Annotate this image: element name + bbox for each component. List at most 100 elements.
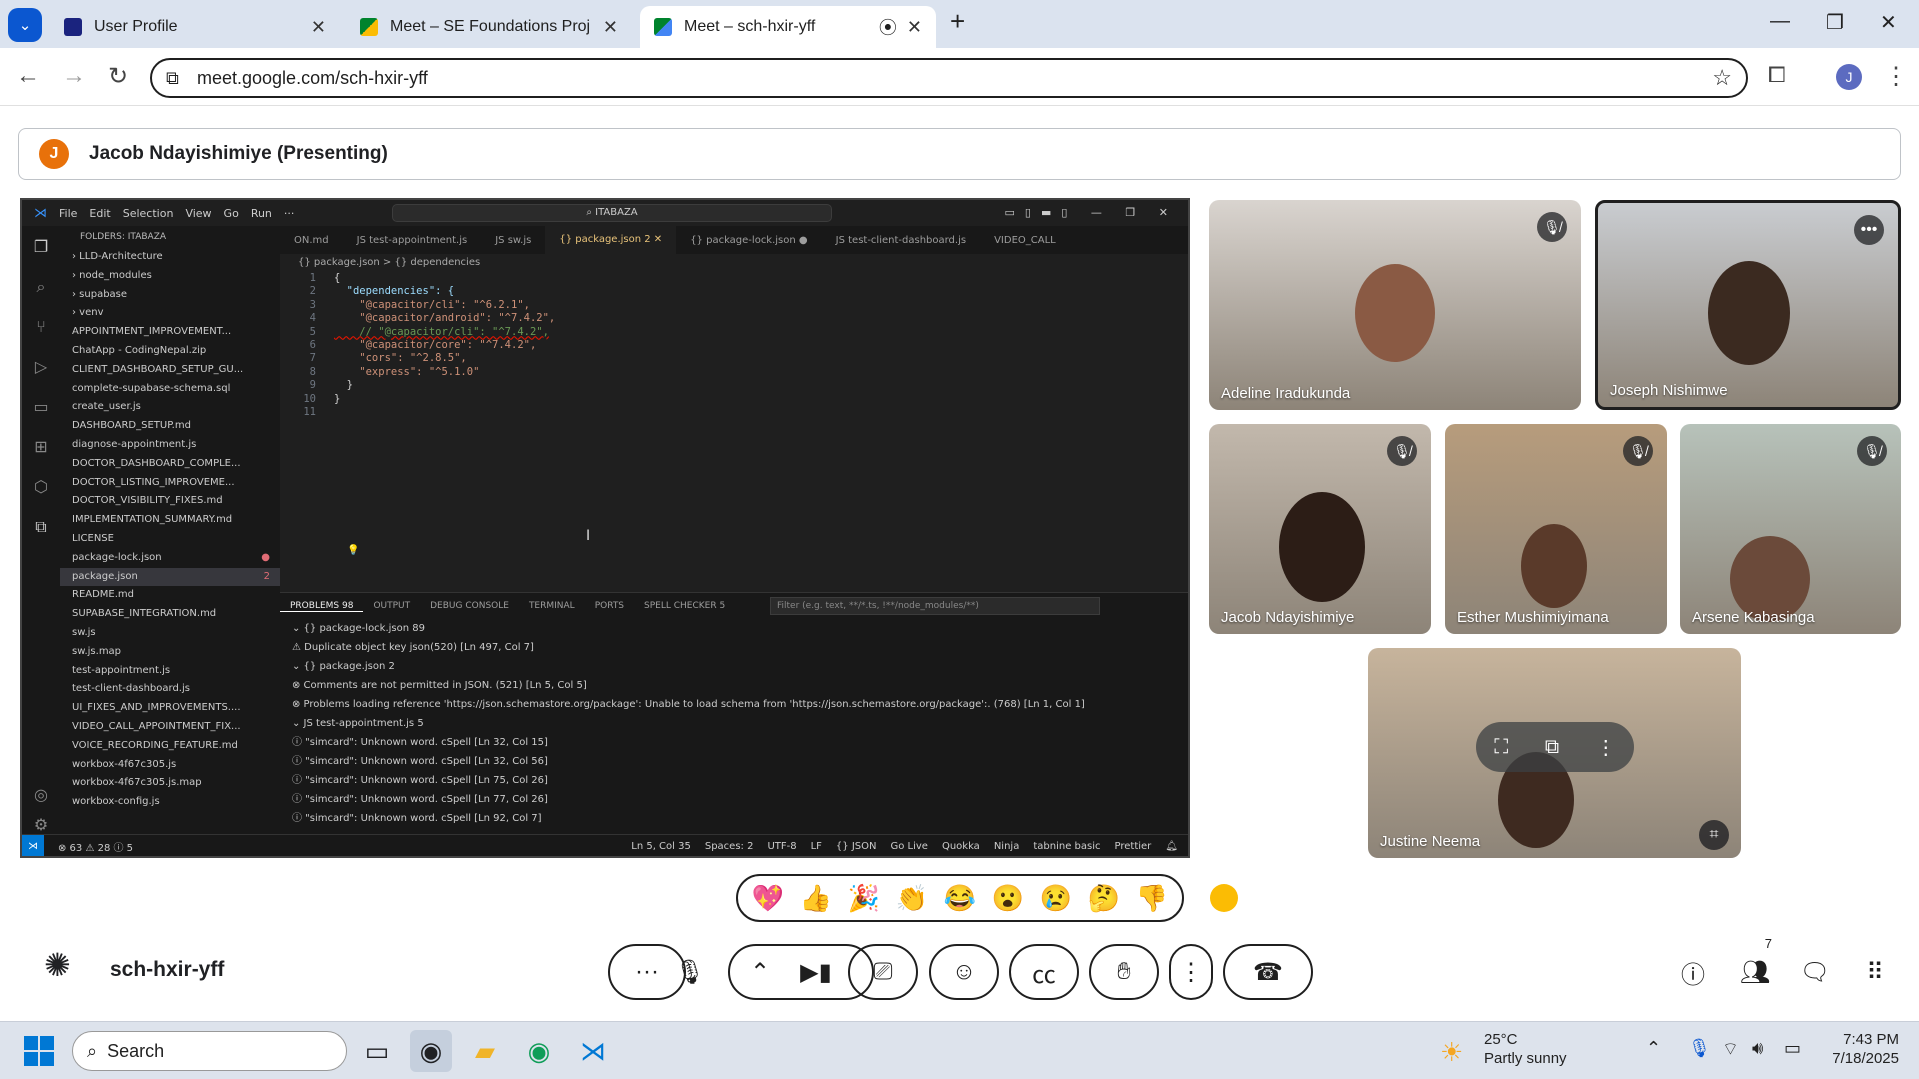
participant-video <box>1355 264 1435 362</box>
browser-tab-user-profile[interactable]: User Profile ✕ <box>50 6 340 48</box>
more-options-icon[interactable]: ••• <box>1854 215 1884 245</box>
vscode-editor-tabs: ON.md JS test-appointment.js JS sw.js {} pa… <box>280 226 1188 254</box>
reaction-emoji-button[interactable]: 😢 <box>1040 883 1072 914</box>
file-name: create_user.js <box>72 401 141 413</box>
explorer-file-item: › supabase <box>60 286 280 305</box>
mic-in-use-icon[interactable]: 🎙︎ <box>1688 1038 1711 1059</box>
reaction-emoji-button[interactable]: 😮 <box>992 883 1024 914</box>
participant-tile[interactable]: 🎙︎̸ Jacob Ndayishimiye <box>1209 424 1431 634</box>
windows-start-icon[interactable] <box>24 1036 54 1066</box>
explorer-file-item: test-client-dashboard.js <box>60 680 280 699</box>
taskbar-search-box[interactable]: ⌕ Search <box>72 1031 347 1071</box>
browser-tab-meet-active[interactable]: Meet – sch-hxir-yff ⦿ ✕ <box>640 6 936 48</box>
taskbar-clock[interactable]: 7:43 PM 7/18/2025 <box>1832 1030 1899 1068</box>
tab-search-button[interactable]: ⌄ <box>8 8 42 42</box>
file-name: DOCTOR_VISIBILITY_FIXES.md <box>72 495 223 507</box>
participant-tile[interactable]: ••• Joseph Nishimwe <box>1595 200 1901 410</box>
close-tab-icon[interactable]: ✕ <box>603 17 618 38</box>
browser-tab-meet-se-foundations[interactable]: Meet – SE Foundations Proj ✕ <box>346 6 632 48</box>
reaction-emoji-button[interactable]: 👎 <box>1136 883 1168 914</box>
camera-icon[interactable]: ▶︎▮ <box>800 958 832 987</box>
code-line: "cors": "^2.8.5", <box>334 352 467 365</box>
reload-icon[interactable]: ↻ <box>108 62 128 91</box>
close-tab-icon[interactable]: ✕ <box>907 17 922 38</box>
tab-title: User Profile <box>94 18 178 35</box>
wifi-icon[interactable]: ⌔ <box>1722 1038 1739 1061</box>
file-name: APPOINTMENT_IMPROVEMENT... <box>72 326 232 338</box>
profile-avatar[interactable]: J <box>1836 64 1862 90</box>
file-name: VIDEO_CALL_APPOINTMENT_FIX... <box>72 720 241 732</box>
tray-overflow-icon[interactable]: ⌃ <box>1646 1038 1661 1059</box>
restore-icon[interactable]: ❐ <box>1826 10 1844 35</box>
chrome-profile-app-icon[interactable]: ◉ <box>518 1030 560 1072</box>
close-tab-icon[interactable]: ✕ <box>311 17 326 38</box>
microphone-button[interactable]: 🎙︎ <box>660 944 720 1000</box>
file-name: test-client-dashboard.js <box>72 683 190 695</box>
problem-item: ⓘ "simcard": Unknown word. cSpell [Ln 32… <box>292 756 548 767</box>
address-bar[interactable]: ⧉ meet.google.com/sch-hxir-yff ☆ <box>150 58 1748 98</box>
explorer-file-item: SUPABASE_INTEGRATION.md <box>60 605 280 624</box>
minimize-icon[interactable]: — <box>1770 10 1790 33</box>
reaction-emoji-button[interactable]: 👍 <box>800 883 832 914</box>
site-info-icon[interactable]: ⧉ <box>166 68 179 89</box>
window-close-icon[interactable]: ✕ <box>1880 10 1897 35</box>
emoji-icon: ☺ <box>951 958 977 985</box>
skin-tone-picker[interactable] <box>1210 884 1238 912</box>
battery-icon[interactable]: ▭ <box>1784 1038 1801 1059</box>
frame-person-icon[interactable]: ⛶ <box>1494 736 1508 759</box>
file-explorer-icon[interactable]: ▰ <box>464 1030 506 1072</box>
task-view-icon[interactable]: ▭ <box>356 1030 398 1072</box>
raise-hand-button[interactable]: ✋︎ <box>1089 944 1159 1000</box>
menu-selection: Selection <box>122 206 174 220</box>
editor-tab: {} package.json 2 ✕ <box>545 226 677 254</box>
new-tab-button[interactable]: + <box>950 6 965 37</box>
problem-item: ⌄ {} package-lock.json 89 <box>292 623 425 634</box>
activities-button[interactable]: ⠿ <box>1846 944 1904 1000</box>
chrome-menu-icon[interactable]: ⋮ <box>1884 62 1908 91</box>
participant-tile[interactable]: 🎙︎̸ Adeline Iradukunda <box>1209 200 1581 410</box>
panel-tab: OUTPUT <box>373 601 411 611</box>
shared-screen-vscode: ⋊ File Edit Selection View Go Run ··· ⌕ … <box>20 198 1190 858</box>
chat-button[interactable]: 🗨︎ <box>1786 944 1844 1000</box>
vscode-app-icon[interactable]: ⋊ <box>572 1030 614 1072</box>
participant-video <box>1521 524 1587 608</box>
present-screen-button[interactable]: ⎚ <box>848 944 918 1000</box>
back-icon[interactable]: ← <box>16 62 40 90</box>
people-button[interactable]: 👥︎ 7 <box>1726 936 1784 1000</box>
leave-call-button[interactable]: ☎︎ <box>1223 944 1313 1000</box>
chrome-app-icon[interactable]: ◉ <box>410 1030 452 1072</box>
settings-gear-icon: ⚙ <box>33 815 49 834</box>
forward-icon[interactable]: → <box>62 62 86 90</box>
captions-button[interactable]: ㏄ <box>1009 944 1079 1000</box>
panel-tab: DEBUG CONSOLE <box>430 601 509 611</box>
crop-icon[interactable]: ⌗ <box>1699 820 1729 850</box>
reaction-emoji-button[interactable]: 😂 <box>944 883 976 914</box>
reaction-emoji-button[interactable]: 👏 <box>896 883 928 914</box>
microphone-icon: 🎙︎ <box>674 958 706 986</box>
tab-title: Meet – SE Foundations Proj <box>390 18 591 35</box>
file-name: ChatApp - CodingNepal.zip <box>72 344 207 356</box>
reactions-button[interactable]: ☺ <box>929 944 999 1000</box>
bookmark-star-icon[interactable]: ☆ <box>1712 65 1732 91</box>
reaction-emoji-button[interactable]: 🎉 <box>848 883 880 914</box>
explorer-header: FOLDERS: ITABAZA <box>80 232 167 242</box>
participant-tile[interactable]: 🎙︎̸ Arsene Kabasinga <box>1680 424 1901 634</box>
participant-tile[interactable]: 🎙︎̸ Esther Mushimiyimana <box>1445 424 1667 634</box>
line-number: 11 <box>303 406 316 418</box>
reaction-emoji-button[interactable]: 💖 <box>752 883 784 914</box>
participant-tile-self[interactable]: ⛶ ⧉ ⋮ ⌗ Justine Neema <box>1368 648 1741 858</box>
weather-widget[interactable]: 25°C Partly sunny <box>1484 1030 1567 1068</box>
meeting-details-button[interactable]: ⓘ <box>1664 944 1722 1000</box>
more-options-button[interactable]: ⋮ <box>1169 944 1213 1000</box>
reaction-emoji-button[interactable]: 🤔 <box>1088 883 1120 914</box>
extensions-icon[interactable]: ⧠ <box>1768 62 1786 88</box>
more-options-icon[interactable]: ⋮ <box>1596 735 1616 760</box>
visual-effects-icon[interactable]: ⧉ <box>1545 736 1559 759</box>
participant-name: Joseph Nishimwe <box>1610 382 1728 399</box>
clock-time: 7:43 PM <box>1843 1031 1899 1048</box>
file-name: workbox-config.js <box>72 796 160 808</box>
camera-options-chevron-icon[interactable]: ⌃ <box>750 958 770 987</box>
participant-video <box>1279 492 1365 602</box>
info-icon: ⓘ <box>1681 961 1705 989</box>
volume-icon[interactable]: 🔊︎ <box>1752 1038 1763 1059</box>
